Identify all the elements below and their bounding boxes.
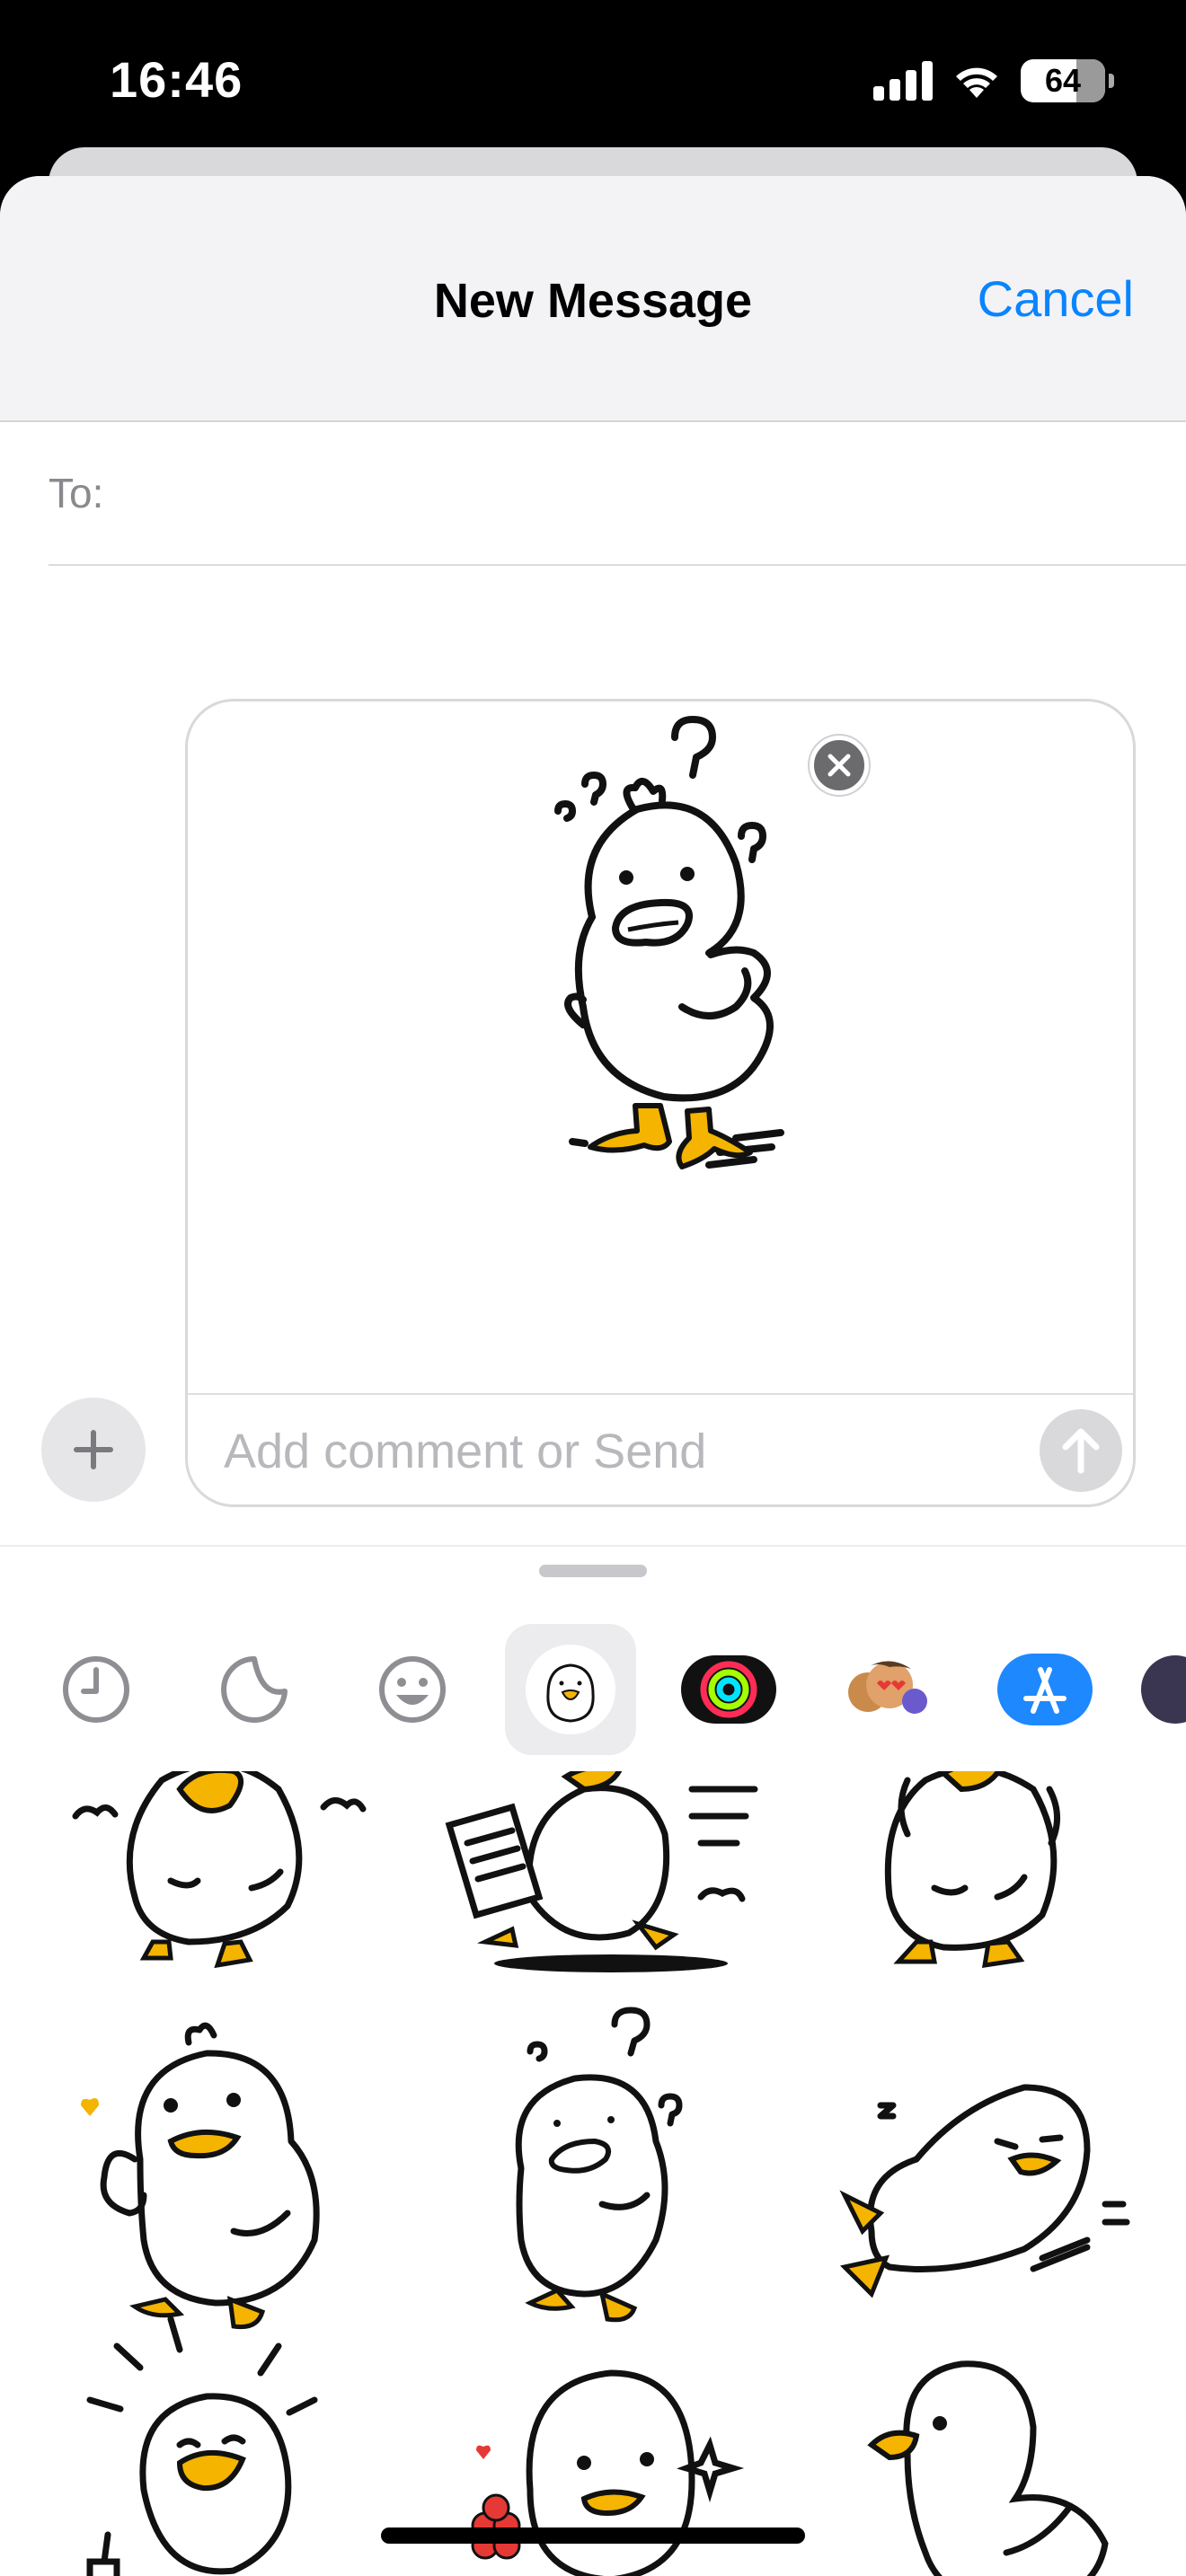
status-icons: 64 bbox=[873, 59, 1114, 102]
sticker-icon bbox=[221, 1656, 288, 1723]
tray-app-store[interactable] bbox=[979, 1624, 1111, 1755]
tray-memoji[interactable] bbox=[821, 1624, 952, 1755]
drawer-grabber[interactable] bbox=[539, 1565, 647, 1577]
sticker-duck-shouting[interactable] bbox=[54, 1771, 395, 2014]
recipient-row: To: bbox=[49, 422, 1186, 566]
add-attachment-button[interactable] bbox=[41, 1398, 146, 1502]
sticker-duck-crying[interactable] bbox=[809, 1771, 1150, 2014]
arrow-up-icon bbox=[1062, 1428, 1100, 1474]
sticker-duck-excited-drinking[interactable] bbox=[54, 2310, 395, 2576]
sticker-duck-reading-running[interactable] bbox=[431, 1771, 773, 2014]
smiley-icon bbox=[379, 1656, 446, 1723]
clock-icon bbox=[63, 1656, 129, 1723]
cellular-signal-icon bbox=[873, 61, 933, 101]
sticker-duck-confused[interactable] bbox=[431, 2007, 773, 2348]
tray-more[interactable] bbox=[1137, 1624, 1186, 1755]
tray-recents[interactable] bbox=[31, 1624, 162, 1755]
plus-icon bbox=[74, 1430, 113, 1469]
recipient-field[interactable] bbox=[121, 457, 1186, 529]
status-time: 16:46 bbox=[110, 51, 243, 108]
compose-bubble bbox=[185, 699, 1136, 1507]
navigation-bar: New Message Cancel bbox=[0, 176, 1186, 422]
sticker-grid bbox=[0, 1771, 1186, 2576]
memoji-icon bbox=[848, 1661, 927, 1714]
home-indicator[interactable] bbox=[381, 2527, 805, 2544]
tray-stickers[interactable] bbox=[189, 1624, 320, 1755]
app-tray bbox=[0, 1611, 1186, 1764]
close-icon bbox=[828, 754, 851, 777]
tray-duck-stickers[interactable] bbox=[505, 1624, 636, 1755]
app-store-icon bbox=[997, 1654, 1093, 1725]
cancel-button[interactable]: Cancel bbox=[978, 269, 1134, 328]
tray-activity[interactable] bbox=[663, 1624, 794, 1755]
more-apps-icon bbox=[1141, 1655, 1186, 1724]
to-label: To: bbox=[49, 470, 104, 516]
comment-input[interactable] bbox=[224, 1411, 943, 1492]
sticker-duck-sleeping[interactable] bbox=[809, 2007, 1150, 2348]
sticker-drawer bbox=[0, 1545, 1186, 2576]
status-bar: 16:46 64 bbox=[0, 0, 1186, 171]
duck-sticker-icon bbox=[526, 1645, 615, 1734]
wifi-icon bbox=[956, 67, 997, 98]
sticker-duck-thumbs-up[interactable] bbox=[54, 2007, 395, 2348]
battery-level: 64 bbox=[1044, 62, 1082, 99]
remove-attachment-button[interactable] bbox=[810, 736, 869, 795]
attachment-preview bbox=[188, 701, 1133, 1395]
tray-emoji[interactable] bbox=[347, 1624, 478, 1755]
sticker-duck-side[interactable] bbox=[809, 2310, 1150, 2576]
send-button[interactable] bbox=[1040, 1409, 1122, 1492]
confused-duck-sticker bbox=[554, 716, 784, 1169]
activity-rings-icon bbox=[681, 1655, 776, 1724]
battery-icon: 64 bbox=[1021, 59, 1114, 102]
